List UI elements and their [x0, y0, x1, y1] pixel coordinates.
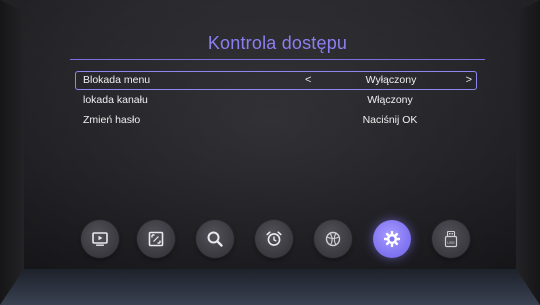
channel-lock-label: lokada kanału: [83, 94, 148, 106]
right-wall: [516, 0, 540, 305]
games-button[interactable]: [314, 220, 352, 258]
picture-frame-icon: [148, 231, 164, 247]
gear-icon: [384, 231, 400, 247]
usb-button[interactable]: USB: [432, 220, 470, 258]
channel-lock-value: Włączony: [367, 94, 413, 106]
page-title: Kontrola dostępu: [207, 33, 348, 53]
channel-lock-row[interactable]: lokada kanału Włączony: [75, 91, 477, 110]
search-icon: [207, 231, 223, 247]
tv-screen: Kontrola dostępu Blokada menu < Wyłączon…: [0, 0, 540, 305]
media-button[interactable]: [137, 220, 175, 258]
usb-label: USB: [447, 241, 455, 245]
settings-button[interactable]: [373, 220, 411, 258]
left-wall: [0, 0, 24, 305]
alarm-clock-icon: [266, 231, 282, 246]
ball-icon: [325, 231, 341, 247]
arrow-left-icon[interactable]: <: [305, 72, 311, 89]
usb-icon: USB: [444, 230, 458, 248]
menu-lock-label: Blokada menu: [83, 74, 151, 86]
search-button[interactable]: [196, 220, 234, 258]
change-password-row[interactable]: Zmień hasło Naciśnij OK: [75, 111, 477, 130]
main-menu-dock: USB: [81, 220, 481, 260]
arrow-right-icon[interactable]: >: [466, 72, 472, 89]
change-password-label: Zmień hasło: [83, 114, 141, 126]
title-divider: [70, 59, 485, 60]
tv-button[interactable]: [81, 220, 119, 258]
change-password-value: Naciśnij OK: [362, 114, 418, 126]
menu-lock-row[interactable]: Blokada menu < Wyłączony >: [75, 71, 477, 90]
tv-play-icon: [92, 232, 108, 246]
timer-button[interactable]: [255, 220, 293, 258]
settings-list: Blokada menu < Wyłączony > lokada kanału…: [75, 71, 477, 131]
menu-lock-value: Wyłączony: [365, 74, 417, 86]
